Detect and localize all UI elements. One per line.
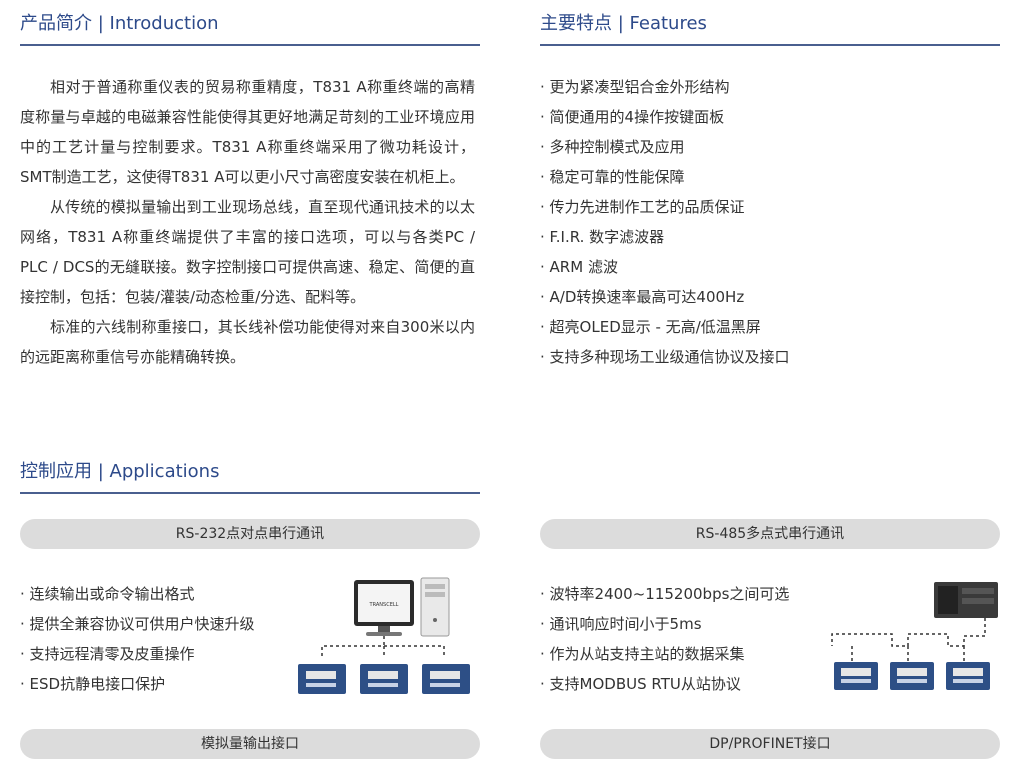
rs485-item: 通讯响应时间小于5ms	[540, 609, 840, 639]
analog-output-label: 模拟量输出接口	[20, 729, 480, 759]
rs485-label: RS-485多点式串行通讯	[540, 519, 1000, 549]
rs232-list: 连续输出或命令输出格式 提供全兼容协议可供用户快速升级 支持远程清零及皮重操作 …	[20, 579, 310, 699]
feature-item: F.I.R. 数字滤波器	[540, 222, 1000, 252]
rs232-item: ESD抗静电接口保护	[20, 669, 310, 699]
rs232-item: 支持远程清零及皮重操作	[20, 639, 310, 669]
rs232-item: 连续输出或命令输出格式	[20, 579, 310, 609]
pc-tower-icon	[420, 577, 450, 637]
features-heading: 主要特点 | Features	[540, 12, 1000, 46]
plc-icon	[934, 582, 998, 618]
rs485-item: 波特率2400~115200bps之间可选	[540, 579, 840, 609]
intro-paragraph: 相对于普通称重仪表的贸易称重精度，T831 A称重终端的高精度称量与卓越的电磁兼…	[20, 78, 475, 186]
feature-item: 超亮OLED显示 - 无高/低温黑屏	[540, 312, 1000, 342]
rs485-item: 作为从站支持主站的数据采集	[540, 639, 840, 669]
terminal-icon	[422, 664, 470, 694]
feature-item: ARM 滤波	[540, 252, 1000, 282]
intro-heading: 产品简介 | Introduction	[20, 12, 480, 46]
feature-item: 更为紧凑型铝合金外形结构	[540, 72, 1000, 102]
rs485-list: 波特率2400~115200bps之间可选 通讯响应时间小于5ms 作为从站支持…	[540, 579, 840, 699]
feature-item: 稳定可靠的性能保障	[540, 162, 1000, 192]
rs485-item: 支持MODBUS RTU从站协议	[540, 669, 840, 699]
terminal-icon	[360, 664, 408, 694]
applications-heading: 控制应用 | Applications	[20, 460, 480, 494]
feature-item: 多种控制模式及应用	[540, 132, 1000, 162]
rs232-diagram: TRANSCELL	[298, 577, 470, 694]
monitor-brand: TRANSCELL	[369, 602, 399, 608]
feature-item: 支持多种现场工业级通信协议及接口	[540, 342, 1000, 372]
rs232-item: 提供全兼容协议可供用户快速升级	[20, 609, 310, 639]
terminal-icon	[890, 662, 934, 690]
terminal-icon	[946, 662, 990, 690]
intro-paragraph: 标准的六线制称重接口，其长线补偿功能使得对来自300米以内的远距离称重信号亦能精…	[20, 318, 475, 366]
terminal-icon	[298, 664, 346, 694]
rs485-diagram	[831, 582, 998, 690]
dp-profinet-label: DP/PROFINET接口	[540, 729, 1000, 759]
features-list: 更为紧凑型铝合金外形结构 简便通用的4操作按键面板 多种控制模式及应用 稳定可靠…	[540, 72, 1000, 372]
feature-item: 传力先进制作工艺的品质保证	[540, 192, 1000, 222]
intro-paragraph: 从传统的模拟量输出到工业现场总线，直至现代通讯技术的以太网络，T831 A称重终…	[20, 198, 475, 306]
terminal-icon	[834, 662, 878, 690]
intro-text: 相对于普通称重仪表的贸易称重精度，T831 A称重终端的高精度称量与卓越的电磁兼…	[20, 72, 475, 372]
monitor-icon: TRANSCELL	[354, 580, 414, 636]
rs232-label: RS-232点对点串行通讯	[20, 519, 480, 549]
feature-item: A/D转换速率最高可达400Hz	[540, 282, 1000, 312]
feature-item: 简便通用的4操作按键面板	[540, 102, 1000, 132]
